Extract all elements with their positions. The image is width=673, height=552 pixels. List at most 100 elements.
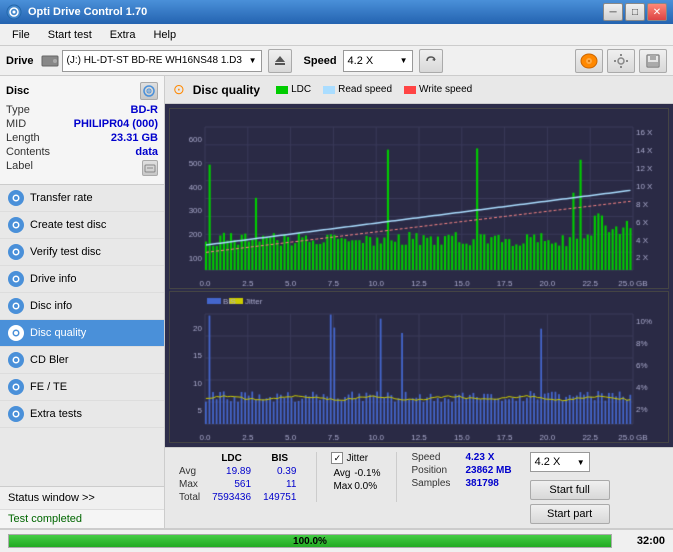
speed-row: Speed 4.23 X <box>411 452 511 463</box>
chart-ldc <box>169 108 669 289</box>
disc-panel-title: Disc <box>6 85 29 97</box>
buttons-section: 4.2 X ▼ Start full Start part <box>530 452 610 524</box>
title-bar-left: Opti Drive Control 1.70 <box>6 4 147 20</box>
status-window-label: Status window >> <box>8 492 95 504</box>
drive-label: Drive <box>6 55 34 67</box>
length-label: Length <box>6 132 40 144</box>
jitter-max-label: Max <box>333 481 352 492</box>
divider1 <box>316 452 317 502</box>
minimize-button[interactable]: ─ <box>603 3 623 21</box>
speed-pos-section: Speed 4.23 X Position 23862 MB Samples 3… <box>411 452 511 489</box>
samples-label: Samples <box>411 478 461 489</box>
nav-item-disc-quality[interactable]: Disc quality <box>0 320 164 347</box>
nav-items: Transfer rateCreate test discVerify test… <box>0 185 164 486</box>
label-label: Label <box>6 160 33 176</box>
nav-item-fe-te[interactable]: FE / TE <box>0 374 164 401</box>
disc-icon-button[interactable] <box>575 49 603 73</box>
refresh-button[interactable] <box>419 49 443 73</box>
save-button[interactable] <box>639 49 667 73</box>
disc-panel-icon-btn[interactable] <box>140 82 158 100</box>
drive-select[interactable]: (J:) HL-DT-ST BD-RE WH16NS48 1.D3 ▼ <box>62 50 262 72</box>
data-table: LDC BIS Avg 19.89 0.39 Max 561 11 Tota <box>173 452 302 504</box>
nav-item-cd-bler[interactable]: CD Bler <box>0 347 164 374</box>
mid-label: MID <box>6 118 26 130</box>
legend-read-label: Read speed <box>338 84 392 95</box>
nav-icon-verify-test-disc <box>8 244 24 260</box>
speed-select[interactable]: 4.2 X ▼ <box>343 50 413 72</box>
max-label: Max <box>173 478 206 491</box>
nav-icon-create-test-disc <box>8 217 24 233</box>
main-content: Disc Type BD-R MID PHILIPR04 (000) Leng <box>0 76 673 528</box>
nav-label-disc-quality: Disc quality <box>30 327 86 339</box>
legend-ldc-color <box>276 86 288 94</box>
jitter-avg-row: Avg -0.1% <box>333 468 380 479</box>
jitter-table: Avg -0.1% Max 0.0% <box>331 466 382 494</box>
nav-item-verify-test-disc[interactable]: Verify test disc <box>0 239 164 266</box>
nav-icon-transfer-rate <box>8 190 24 206</box>
speed-dropdown-small[interactable]: 4.2 X ▼ <box>530 452 590 472</box>
disc-small-icon <box>143 85 155 97</box>
avg-row: Avg 19.89 0.39 <box>173 465 302 478</box>
nav-item-disc-info[interactable]: Disc info <box>0 293 164 320</box>
status-window-button[interactable]: Status window >> <box>0 487 164 510</box>
col-header-ldc: LDC <box>206 452 257 465</box>
nav-item-extra-tests[interactable]: Extra tests <box>0 401 164 428</box>
data-bar: LDC BIS Avg 19.89 0.39 Max 561 11 Tota <box>165 447 673 528</box>
legend-write-label: Write speed <box>419 84 472 95</box>
max-bis: 11 <box>257 478 302 491</box>
jitter-check[interactable]: ✓ Jitter <box>331 452 382 464</box>
menu-item-extra[interactable]: Extra <box>102 27 144 43</box>
chart1-canvas <box>170 109 668 288</box>
menu-item-start-test[interactable]: Start test <box>40 27 100 43</box>
start-part-button[interactable]: Start part <box>530 504 610 524</box>
legend-ldc: LDC <box>276 84 311 95</box>
test-status: Test completed <box>0 510 164 528</box>
chart-title-icon: ⊙ <box>173 81 185 98</box>
start-full-button[interactable]: Start full <box>530 480 610 500</box>
nav-item-transfer-rate[interactable]: Transfer rate <box>0 185 164 212</box>
drive-select-value: (J:) HL-DT-ST BD-RE WH16NS48 1.D3 <box>67 55 242 66</box>
legend-write-color <box>404 86 416 94</box>
settings-button[interactable] <box>607 49 635 73</box>
jitter-section: ✓ Jitter Avg -0.1% Max 0.0% <box>331 452 382 494</box>
nav-label-cd-bler: CD Bler <box>30 354 69 366</box>
jitter-checkbox[interactable]: ✓ <box>331 452 343 464</box>
length-value: 23.31 GB <box>111 132 158 144</box>
menu-item-file[interactable]: File <box>4 27 38 43</box>
type-value: BD-R <box>131 104 159 116</box>
legend-ldc-label: LDC <box>291 84 311 95</box>
legend-read-color <box>323 86 335 94</box>
disc-panel: Disc Type BD-R MID PHILIPR04 (000) Leng <box>0 76 164 185</box>
samples-val: 381798 <box>465 478 498 489</box>
drive-select-arrow: ▼ <box>249 56 257 65</box>
nav-item-drive-info[interactable]: Drive info <box>0 266 164 293</box>
disc-panel-header: Disc <box>6 82 158 100</box>
jitter-avg-label: Avg <box>333 468 352 479</box>
progress-bar: 100.0% <box>8 534 612 548</box>
total-label: Total <box>173 491 206 504</box>
legend-read: Read speed <box>323 84 392 95</box>
speed-row-val: 4.23 X <box>465 452 494 463</box>
menu-item-help[interactable]: Help <box>145 27 184 43</box>
drive-toolbar: Drive (J:) HL-DT-ST BD-RE WH16NS48 1.D3 … <box>0 46 673 76</box>
speed-select-arrow: ▼ <box>400 56 408 65</box>
title-bar: Opti Drive Control 1.70 ─ □ ✕ <box>0 0 673 24</box>
nav-label-fe-te: FE / TE <box>30 381 67 393</box>
avg-bis: 0.39 <box>257 465 302 478</box>
nav-item-create-test-disc[interactable]: Create test disc <box>0 212 164 239</box>
chart-bis <box>169 291 669 443</box>
maximize-button[interactable]: □ <box>625 3 645 21</box>
label-icon-btn[interactable] <box>142 160 158 176</box>
type-label: Type <box>6 104 30 116</box>
label-icon <box>144 162 156 174</box>
test-status-text: Test completed <box>8 513 82 525</box>
disc-contents-row: Contents data <box>6 146 158 158</box>
contents-value: data <box>135 146 158 158</box>
nav-label-drive-info: Drive info <box>30 273 76 285</box>
speed-dropdown-val: 4.2 X <box>535 456 561 468</box>
contents-label: Contents <box>6 146 50 158</box>
mid-value: PHILIPR04 (000) <box>74 118 158 130</box>
eject-button[interactable] <box>268 49 292 73</box>
close-button[interactable]: ✕ <box>647 3 667 21</box>
col-header-bis: BIS <box>257 452 302 465</box>
